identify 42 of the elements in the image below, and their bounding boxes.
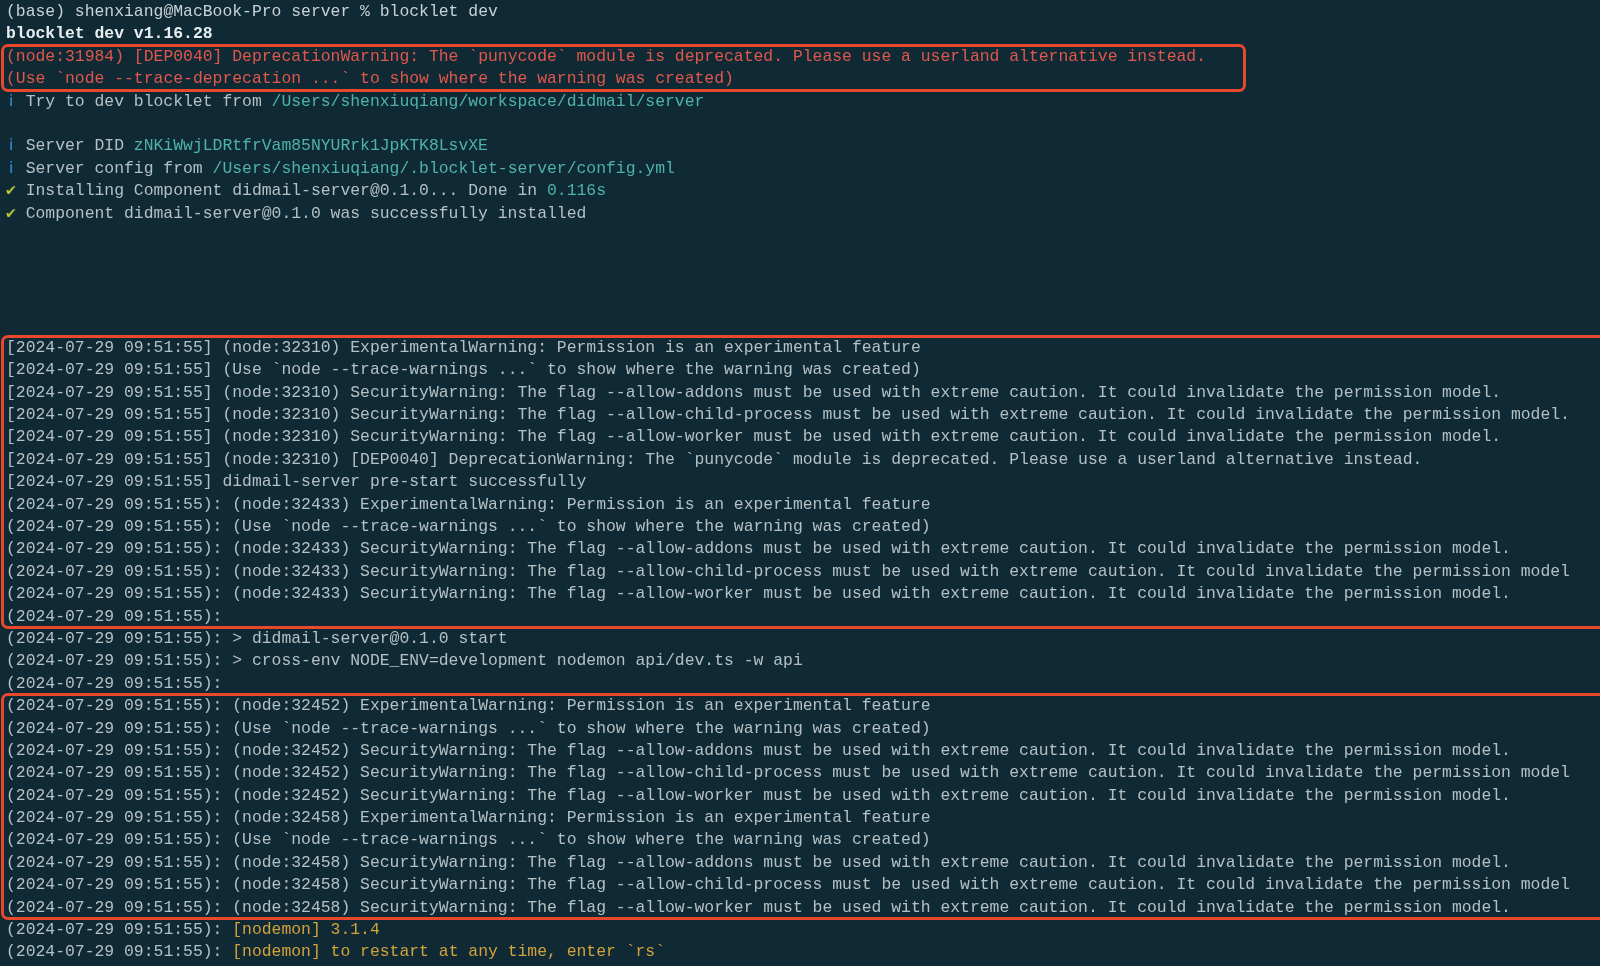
log-line: [2024-07-29 09:51:55] (node:32310) SecurityWarning: The flag --allow-addons must be used with extreme caution. It could invalidate the permission model. [6, 381, 1502, 404]
log-line: (2024-07-29 09:51:55): (node:32452) SecurityWarning: The flag --allow-child-process must be used with extreme caution. It could invalidate the permission model [6, 762, 1570, 785]
log-line: blocklet dev v1.16.28 [6, 23, 213, 46]
log-line: [2024-07-29 09:51:55] (node:32310) SecurityWarning: The flag --allow-worker must be used with extreme caution. It could invalidate the permission model. [6, 426, 1502, 449]
info-icon: ℹ [6, 90, 16, 113]
log-line: (2024-07-29 09:51:55): (node:32458) SecurityWarning: The flag --allow-child-process must be used with extreme caution. It could invalidate the permission model [6, 874, 1570, 897]
log-line: (2024-07-29 09:51:55): (node:32458) ExperimentalWarning: Permission is an experimental feature [6, 807, 931, 830]
log-line: (2024-07-29 09:51:55): (node:32433) SecurityWarning: The flag --allow-addons must be used with extreme caution. It could invalidate the permission model. [6, 538, 1511, 561]
log-line: Installing Component didmail-server@0.1.0... Done in 0.116s [25, 180, 606, 203]
log-line: [2024-07-29 09:51:55] (node:32310) ExperimentalWarning: Permission is an experimental feature [6, 336, 921, 359]
log-line: (2024-07-29 09:51:55): (node:32452) SecurityWarning: The flag --allow-worker must be used with extreme caution. It could invalidate the permission model. [6, 784, 1511, 807]
log-line: (2024-07-29 09:51:55): (node:32433) ExperimentalWarning: Permission is an experimental feature [6, 493, 931, 516]
log-line: (2024-07-29 09:51:55): (Use `node --trace-warnings ...` to show where the warning was created) [6, 829, 931, 852]
log-line: Server DID zNKiWwjLDRtfrVam85NYURrk1JpKTK8LsvXE [25, 135, 488, 158]
log-line: (2024-07-29 09:51:55): > cross-env NODE_ENV=development nodemon api/dev.ts -w api [6, 650, 803, 673]
log-line: [2024-07-29 09:51:55] (node:32310) [DEP0040] DeprecationWarning: The `punycode` module is deprecated. Please use a userland alternative instead. [6, 448, 1423, 471]
log-line: (2024-07-29 09:51:55): (Use `node --trace-warnings ...` to show where the warning was created) [6, 717, 931, 740]
log-line: Server config from /Users/shenxiuqiang/.blocklet-server/config.yml [25, 157, 675, 180]
log-line: (2024-07-29 09:51:55): (node:32452) ExperimentalWarning: Permission is an experimental feature [6, 695, 931, 718]
log-line: [2024-07-29 09:51:55] (node:32310) SecurityWarning: The flag --allow-child-process must be used with extreme caution. It could invalidate the permission model. [6, 404, 1570, 427]
log-line: (2024-07-29 09:51:55): [6, 605, 223, 628]
log-line: (2024-07-29 09:51:55): (Use `node --trace-warnings ...` to show where the warning was created) [6, 516, 931, 538]
info-icon: ℹ [6, 157, 16, 181]
log-line: [2024-07-29 09:51:55] didmail-server pre-start successfully [6, 471, 587, 494]
check-icon: ✔ [6, 180, 16, 203]
log-line: [2024-07-29 09:51:55] (Use `node --trace-warnings ...` to show where the warning was created) [6, 359, 921, 382]
log-line: Component didmail-server@0.1.0 was successfully installed [25, 202, 587, 225]
log-line: (2024-07-29 09:51:55): (node:32433) SecurityWarning: The flag --allow-worker must be used with extreme caution. It could invalidate the permission model. [6, 583, 1511, 606]
log-line: (2024-07-29 09:51:55): (node:32452) SecurityWarning: The flag --allow-addons must be used with extreme caution. It could invalidate the permission model. [6, 739, 1511, 762]
info-icon: ℹ [6, 135, 16, 158]
log-line: (node:31984) [DEP0040] DeprecationWarning: The `punycode` module is deprecated. Please use a userland alternative instead. [6, 45, 1206, 68]
log-line: (2024-07-29 09:51:55): (node:32433) SecurityWarning: The flag --allow-child-process must be used with extreme caution. It could invalidate the permission model [6, 560, 1570, 583]
log-line: (2024-07-29 09:51:55): > didmail-server@0.1.0 start [6, 627, 508, 650]
log-line: (2024-07-29 09:51:55): [nodemon] 3.1.4 [6, 919, 380, 941]
log-line: (2024-07-29 09:51:55): (node:32458) SecurityWarning: The flag --allow-worker must be used with extreme caution. It could invalidate the permission model. [6, 896, 1511, 919]
log-line: (2024-07-29 09:51:55): [6, 672, 223, 695]
log-line: Try to dev blocklet from /Users/shenxiuqiang/workspace/didmail/server [25, 90, 705, 113]
log-line: (2024-07-29 09:51:55): [nodemon] to restart at any time, enter `rs` [6, 941, 666, 964]
check-icon: ✔ [6, 202, 16, 225]
log-line: (Use `node --trace-deprecation ...` to show where the warning was created) [6, 68, 734, 91]
log-line: (base) shenxiang@MacBook-Pro server % blocklet dev [6, 1, 498, 23]
log-line: (2024-07-29 09:51:55): (node:32458) SecurityWarning: The flag --allow-addons must be used with extreme caution. It could invalidate the permission model. [6, 851, 1511, 874]
